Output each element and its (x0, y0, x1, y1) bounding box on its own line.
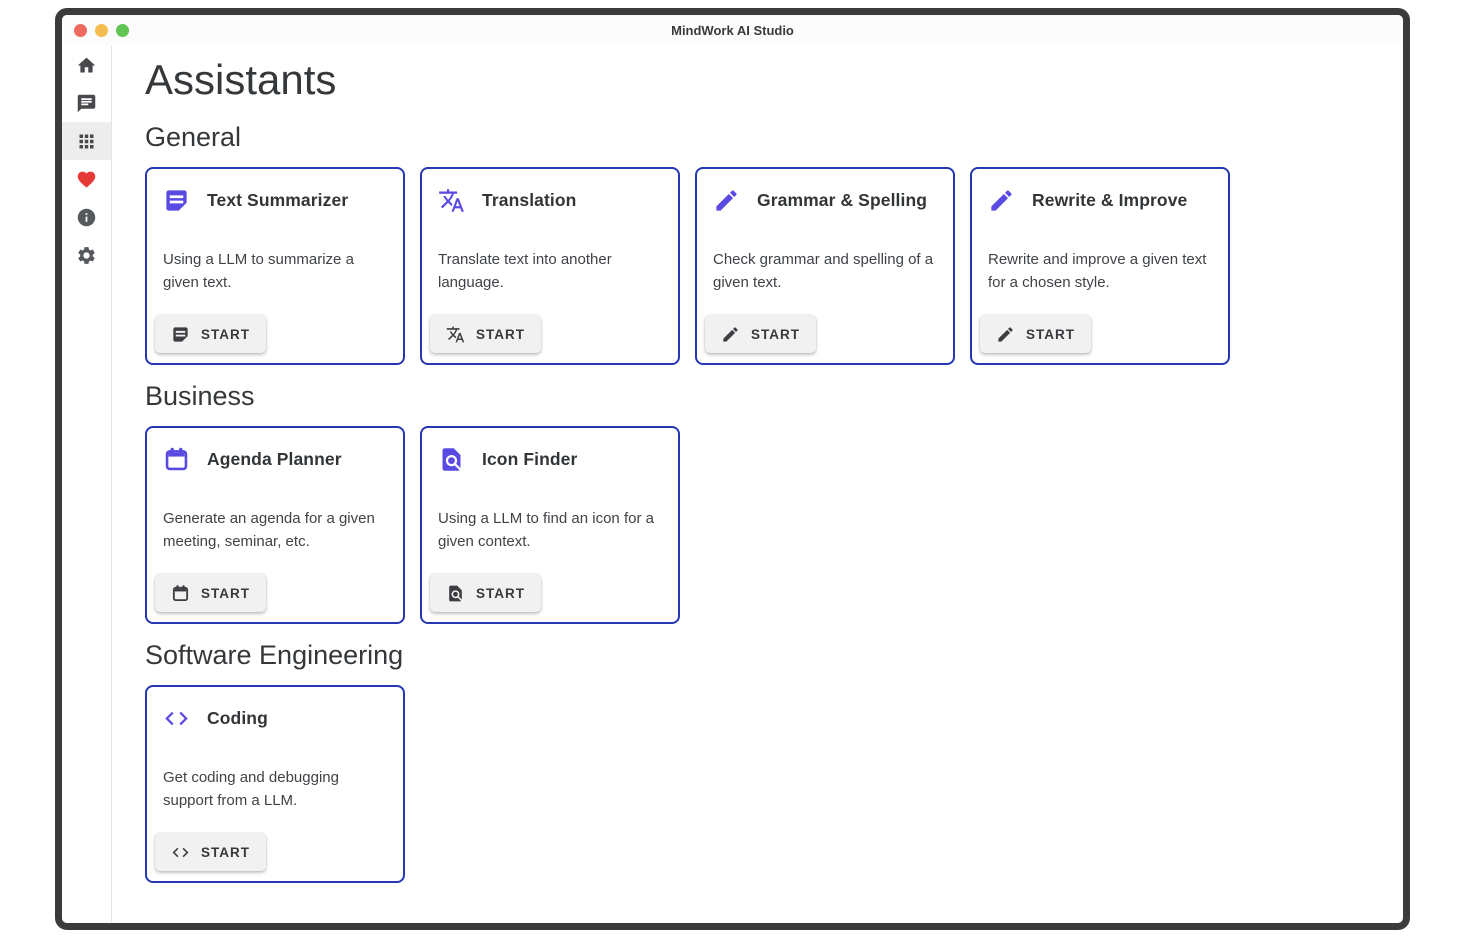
main-content: Assistants General Text Summarizer Using… (112, 46, 1403, 930)
card-coding: Coding Get coding and debugging support … (145, 685, 405, 883)
app-window: MindWork AI Studio Assistants (55, 8, 1410, 930)
start-button-text-summarizer[interactable]: START (155, 315, 266, 353)
section-heading-software-engineering: Software Engineering (145, 639, 1379, 671)
start-button-label: START (751, 327, 800, 342)
app-body: Assistants General Text Summarizer Using… (62, 46, 1403, 930)
zoom-button[interactable] (116, 24, 129, 37)
close-button[interactable] (74, 24, 87, 37)
card-translation: Translation Translate text into another … (420, 167, 680, 365)
start-button-rewrite-improve[interactable]: START (980, 315, 1091, 353)
sidebar (62, 46, 112, 930)
card-header: Grammar & Spelling (711, 187, 939, 214)
start-button-label: START (476, 327, 525, 342)
card-title: Icon Finder (482, 449, 577, 470)
find-in-page-icon (438, 446, 465, 473)
card-description: Rewrite and improve a given text for a c… (986, 248, 1214, 294)
card-description: Get coding and debugging support from a … (161, 766, 389, 812)
pencil-icon (996, 325, 1015, 344)
card-title: Coding (207, 708, 268, 729)
info-icon (76, 207, 97, 228)
card-description: Check grammar and spelling of a given te… (711, 248, 939, 294)
card-rewrite-improve: Rewrite & Improve Rewrite and improve a … (970, 167, 1230, 365)
cards-row-software-engineering: Coding Get coding and debugging support … (145, 685, 1379, 883)
start-button-label: START (201, 845, 250, 860)
cards-row-general: Text Summarizer Using a LLM to summarize… (145, 167, 1379, 365)
titlebar: MindWork AI Studio (62, 15, 1403, 46)
home-icon (76, 55, 97, 76)
start-button-label: START (201, 586, 250, 601)
card-grammar-spelling: Grammar & Spelling Check grammar and spe… (695, 167, 955, 365)
card-header: Text Summarizer (161, 187, 389, 214)
start-button-grammar-spelling[interactable]: START (705, 315, 816, 353)
start-button-agenda-planner[interactable]: START (155, 574, 266, 612)
window-title: MindWork AI Studio (62, 23, 1403, 38)
traffic-lights (62, 24, 129, 37)
card-description: Translate text into another language. (436, 248, 664, 294)
section-heading-business: Business (145, 380, 1379, 412)
card-agenda-planner: Agenda Planner Generate an agenda for a … (145, 426, 405, 624)
card-title: Agenda Planner (207, 449, 342, 470)
sidebar-item-home[interactable] (62, 46, 111, 84)
note-icon (163, 187, 190, 214)
cards-row-business: Agenda Planner Generate an agenda for a … (145, 426, 1379, 624)
sidebar-item-assistants[interactable] (62, 122, 111, 160)
pencil-icon (713, 187, 740, 214)
page-title: Assistants (145, 54, 1379, 106)
calendar-icon (171, 584, 190, 603)
translate-icon (446, 325, 465, 344)
code-icon (171, 843, 190, 862)
start-button-translation[interactable]: START (430, 315, 541, 353)
start-button-label: START (1026, 327, 1075, 342)
section-heading-general: General (145, 121, 1379, 153)
card-title: Text Summarizer (207, 190, 348, 211)
translate-icon (438, 187, 465, 214)
card-icon-finder: Icon Finder Using a LLM to find an icon … (420, 426, 680, 624)
card-header: Icon Finder (436, 446, 664, 473)
sidebar-item-about[interactable] (62, 198, 111, 236)
pencil-icon (988, 187, 1015, 214)
sidebar-item-settings[interactable] (62, 236, 111, 274)
chat-icon (76, 93, 97, 114)
card-header: Rewrite & Improve (986, 187, 1214, 214)
card-title: Translation (482, 190, 576, 211)
card-description: Using a LLM to summarize a given text. (161, 248, 389, 294)
start-button-label: START (201, 327, 250, 342)
card-description: Generate an agenda for a given meeting, … (161, 507, 389, 553)
sidebar-item-chats[interactable] (62, 84, 111, 122)
find-in-page-icon (446, 584, 465, 603)
card-header: Agenda Planner (161, 446, 389, 473)
card-title: Grammar & Spelling (757, 190, 927, 211)
start-button-label: START (476, 586, 525, 601)
minimize-button[interactable] (95, 24, 108, 37)
gear-icon (76, 245, 97, 266)
card-header: Coding (161, 705, 389, 732)
apps-grid-icon (76, 131, 97, 152)
card-title: Rewrite & Improve (1032, 190, 1187, 211)
code-icon (163, 705, 190, 732)
start-button-icon-finder[interactable]: START (430, 574, 541, 612)
heart-icon (76, 169, 97, 190)
card-description: Using a LLM to find an icon for a given … (436, 507, 664, 553)
start-button-coding[interactable]: START (155, 833, 266, 871)
sidebar-item-supporters[interactable] (62, 160, 111, 198)
calendar-icon (163, 446, 190, 473)
card-header: Translation (436, 187, 664, 214)
note-icon (171, 325, 190, 344)
card-text-summarizer: Text Summarizer Using a LLM to summarize… (145, 167, 405, 365)
pencil-icon (721, 325, 740, 344)
